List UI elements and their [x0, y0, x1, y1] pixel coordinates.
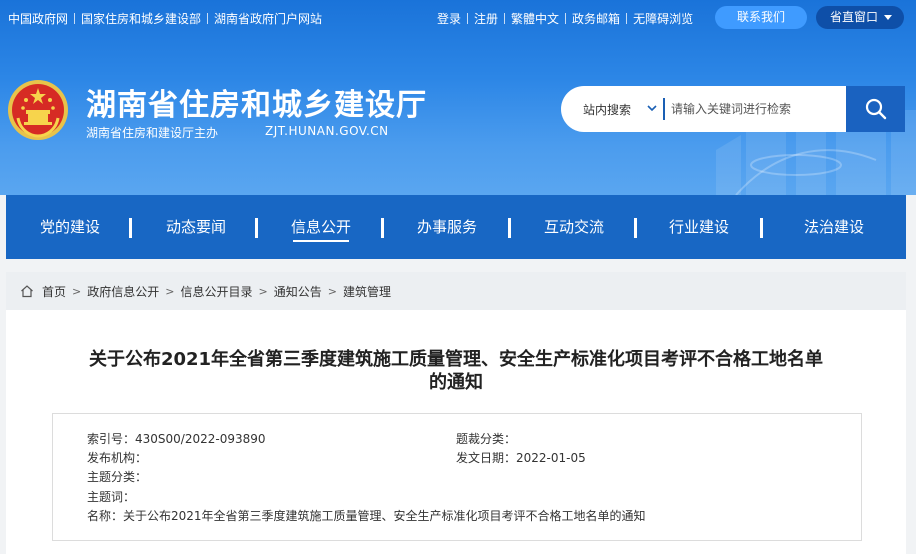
- nav-divider: [508, 218, 511, 238]
- breadcrumb-info-catalog[interactable]: 信息公开目录: [180, 283, 252, 300]
- breadcrumb-home[interactable]: 首页: [42, 283, 66, 300]
- document-title-line-2: 的通知: [429, 372, 483, 393]
- meta-label: 发文日期：: [456, 451, 517, 465]
- search-icon: [865, 98, 886, 120]
- meta-topic: 主题分类：: [87, 468, 147, 485]
- breadcrumb-separator-icon: >: [327, 284, 337, 298]
- document-title-line-1: 关于公布2021年全省第三季度建筑施工质量管理、安全生产标准化项目考评不合格工地…: [88, 349, 824, 370]
- nav-label: 动态要闻: [165, 218, 226, 236]
- nav-item-industry[interactable]: 行业建设: [649, 195, 749, 259]
- search-bar: 站内搜索: [561, 86, 905, 132]
- meta-category: 题裁分类：: [456, 430, 516, 447]
- meta-date: 发文日期：2022-01-05: [456, 449, 586, 466]
- chevron-down-icon[interactable]: [646, 102, 658, 114]
- site-domain: ZJT.HUNAN.GOV.CN: [265, 124, 389, 138]
- main-nav: 党的建设 动态要闻 信息公开 办事服务 互动交流 行业建设 法治建设: [6, 195, 906, 259]
- nav-label: 办事服务: [416, 218, 477, 236]
- nav-divider: [129, 218, 132, 238]
- search-scope-select[interactable]: 站内搜索: [583, 101, 631, 118]
- nav-label: 法治建设: [803, 218, 864, 236]
- divider: [565, 13, 567, 24]
- register-link[interactable]: 注册: [474, 10, 498, 27]
- nav-item-services[interactable]: 办事服务: [397, 195, 497, 259]
- nav-item-rule-of-law[interactable]: 法治建设: [784, 195, 884, 259]
- breadcrumb-notices[interactable]: 通知公告: [274, 283, 322, 300]
- search-input[interactable]: [671, 94, 846, 124]
- national-emblem-icon: [8, 80, 68, 140]
- meta-name: 名称：关于公布2021年全省第三季度建筑施工质量管理、安全生产标准化项目考评不合…: [87, 507, 646, 524]
- external-links: 中国政府网 国家住房和城乡建设部 湖南省政府门户网站: [8, 10, 322, 27]
- home-icon[interactable]: [20, 284, 34, 298]
- document-meta: 索引号：430S00/2022-093890 题裁分类： 发布机构： 发文日期：…: [52, 413, 862, 541]
- divider: [626, 13, 628, 24]
- divider: [504, 13, 506, 24]
- active-indicator: [293, 240, 349, 242]
- divider: [74, 13, 76, 24]
- meta-index: 索引号：430S00/2022-093890: [87, 430, 266, 447]
- meta-label: 名称：: [87, 509, 124, 523]
- nav-divider: [760, 218, 763, 238]
- breadcrumb-gov-info[interactable]: 政府信息公开: [87, 283, 159, 300]
- link-gov-cn[interactable]: 中国政府网: [8, 10, 68, 27]
- document-title: 关于公布2021年全省第三季度建筑施工质量管理、安全生产标准化项目考评不合格工地…: [46, 348, 866, 394]
- nav-item-news[interactable]: 动态要闻: [146, 195, 246, 259]
- traditional-chinese-link[interactable]: 繁體中文: [511, 10, 559, 27]
- nav-item-info-disclosure[interactable]: 信息公开: [271, 195, 371, 259]
- breadcrumb-separator-icon: >: [72, 284, 82, 298]
- meta-label: 主题词：: [87, 490, 136, 504]
- search-divider: [663, 98, 665, 120]
- breadcrumb-separator-icon: >: [165, 284, 175, 298]
- accessibility-link[interactable]: 无障碍浏览: [633, 10, 693, 27]
- meta-publisher: 发布机构：: [87, 449, 147, 466]
- nav-divider: [634, 218, 637, 238]
- link-mohurd[interactable]: 国家住房和城乡建设部: [81, 10, 201, 27]
- breadcrumb-construction[interactable]: 建筑管理: [343, 283, 391, 300]
- province-window-label: 省直窗口: [830, 10, 879, 24]
- province-window-dropdown[interactable]: 省直窗口: [816, 6, 904, 29]
- site-title: 湖南省住房和城乡建设厅: [86, 88, 427, 123]
- article-content: 关于公布2021年全省第三季度建筑施工质量管理、安全生产标准化项目考评不合格工地…: [6, 310, 906, 554]
- divider: [207, 13, 209, 24]
- nav-item-interaction[interactable]: 互动交流: [524, 195, 624, 259]
- meta-label: 索引号：: [87, 432, 136, 446]
- contact-us-button[interactable]: 联系我们: [715, 6, 807, 29]
- nav-label: 党的建设: [39, 218, 100, 236]
- meta-label: 主题分类：: [87, 470, 148, 484]
- meta-label: 发布机构：: [87, 451, 148, 465]
- top-bar: 中国政府网 国家住房和城乡建设部 湖南省政府门户网站 登录 注册 繁體中文 政务…: [0, 0, 916, 34]
- meta-value: 2022-01-05: [516, 451, 586, 465]
- gov-mail-link[interactable]: 政务邮箱: [572, 10, 620, 27]
- login-link[interactable]: 登录: [437, 10, 461, 27]
- breadcrumb: 首页 > 政府信息公开 > 信息公开目录 > 通知公告 > 建筑管理: [6, 272, 906, 310]
- user-links: 登录 注册 繁體中文 政务邮箱 无障碍浏览: [437, 10, 693, 27]
- meta-label: 题裁分类：: [456, 432, 517, 446]
- nav-label: 互动交流: [543, 218, 604, 236]
- nav-item-party-building[interactable]: 党的建设: [20, 195, 120, 259]
- caret-down-icon: [884, 15, 892, 20]
- search-button[interactable]: [846, 86, 905, 132]
- meta-value: 关于公布2021年全省第三季度建筑施工质量管理、安全生产标准化项目考评不合格工地…: [123, 509, 646, 523]
- meta-value: 430S00/2022-093890: [135, 432, 266, 446]
- link-hunan-gov[interactable]: 湖南省政府门户网站: [214, 10, 322, 27]
- divider: [467, 13, 469, 24]
- nav-divider: [381, 218, 384, 238]
- nav-divider: [255, 218, 258, 238]
- nav-label: 信息公开: [290, 218, 351, 236]
- site-subtitle: 湖南省住房和建设厅主办: [86, 126, 219, 140]
- meta-keywords: 主题词：: [87, 488, 135, 505]
- site-header: 中国政府网 国家住房和城乡建设部 湖南省政府门户网站 登录 注册 繁體中文 政务…: [0, 0, 916, 195]
- nav-label: 行业建设: [668, 218, 729, 236]
- breadcrumb-separator-icon: >: [258, 284, 268, 298]
